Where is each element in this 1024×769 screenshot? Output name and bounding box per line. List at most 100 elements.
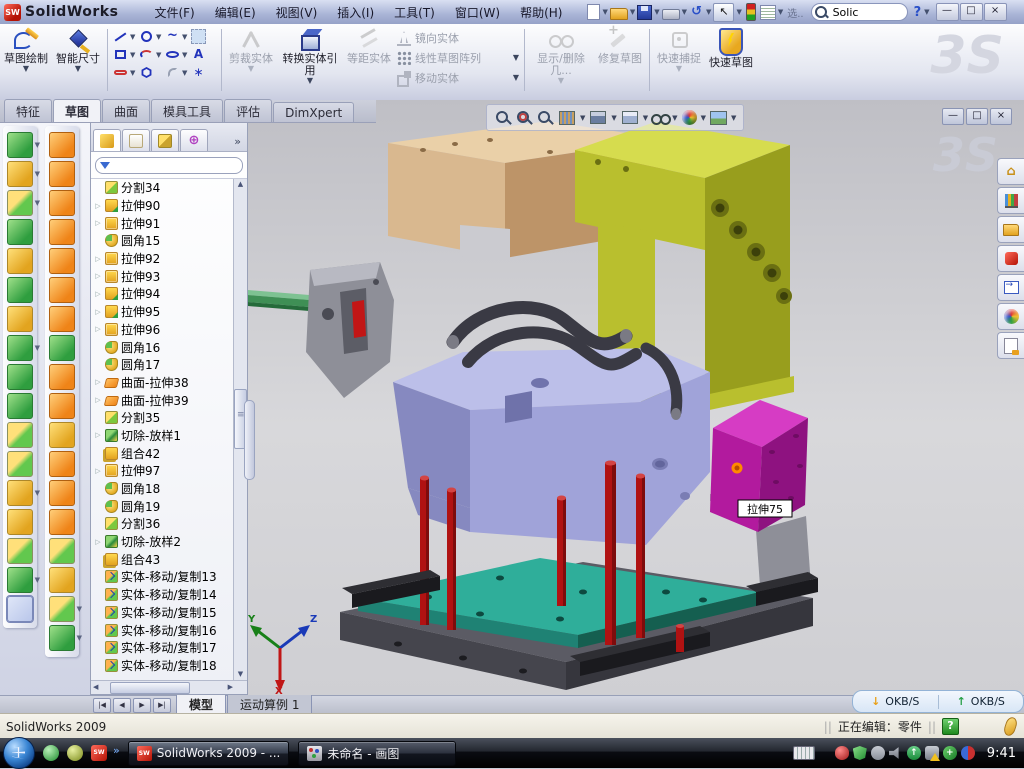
insert-part-icon[interactable] [7,509,33,535]
tree-item[interactable]: 分割36 [91,515,234,533]
circle-icon[interactable] [139,29,154,44]
knit-surface-icon[interactable] [49,393,75,419]
trim-surface-icon[interactable] [49,480,75,506]
expander-icon[interactable]: ▷ [94,290,102,298]
panel-tab-dimxpertmanager[interactable]: ⊕ [180,129,208,151]
tree-item[interactable]: 圆角18 [91,480,234,498]
arc-icon[interactable] [139,47,154,62]
tree-item[interactable]: ▷拉伸97 [91,462,234,480]
tree-horizontal-scrollbar[interactable]: ◀ ▶ [91,680,247,694]
tray-antivirus-icon[interactable] [835,746,849,760]
tree-item[interactable]: ▷拉伸94 [91,285,234,303]
start-button[interactable] [3,737,35,769]
help-caret-icon[interactable]: ▼ [924,8,929,16]
polygon-icon[interactable] [139,65,154,80]
tray-volume-icon[interactable] [889,746,903,760]
scroll-right-icon[interactable]: ▶ [228,682,233,693]
file-explorer-button[interactable] [997,216,1024,243]
apply-scene-icon[interactable] [710,111,727,125]
surface-flatten-icon[interactable]: ▼ [49,596,75,622]
expander-icon[interactable]: ▷ [94,219,102,227]
tray-sync-icon[interactable] [961,746,975,760]
toolbox-button[interactable] [997,245,1024,272]
tree-item[interactable]: ▷拉伸91 [91,214,234,232]
chamfer-icon[interactable] [7,277,33,303]
smart-dimension-caret-icon[interactable]: ▼ [75,65,81,74]
display-style-icon[interactable] [622,111,638,124]
toolbar-button-offset[interactable]: 等距实体 [344,27,394,97]
rebuild-lights-icon[interactable] [746,3,756,21]
slot-icon[interactable] [113,65,128,80]
search-box[interactable] [811,3,908,21]
ellipse-caret-icon[interactable]: ▼ [182,51,189,59]
new-caret-icon[interactable]: ▼ [602,8,607,16]
extruded-surface-icon[interactable] [49,132,75,158]
tray-defender-icon[interactable]: + [943,746,957,760]
tray-updater-icon[interactable] [871,746,885,760]
offset-surface-icon[interactable] [49,335,75,361]
help-button[interactable]: ? [914,5,922,20]
select-caret-icon[interactable]: ▼ [736,8,741,16]
tree-item[interactable]: 分割34 [91,179,234,197]
graphics-area[interactable]: 拉伸75 Y Z X ▼▼▼▼▼▼ —□× ⌂ [248,100,1024,695]
toolbar-button-move-entities[interactable]: 移动实体▼ [397,70,519,86]
save-caret-icon[interactable]: ▼ [654,8,659,16]
split-body-icon[interactable] [7,422,33,448]
view-palette-button[interactable] [997,274,1024,301]
display-style-caret-icon[interactable]: ▼ [643,114,648,122]
scroll-left-icon[interactable]: ◀ [93,682,98,693]
sketch-fillet-icon[interactable] [165,65,180,80]
expander-icon[interactable]: ▷ [94,467,102,475]
tab-nav-first[interactable]: |◀ [93,698,111,713]
scroll-up-icon[interactable]: ▲ [238,179,243,190]
quick-launch-chevron-icon[interactable]: » [113,744,120,757]
toolbar-button-sketch[interactable]: 草图绘制▼ [1,27,51,97]
open-icon[interactable] [610,8,628,20]
new-icon[interactable] [587,4,600,20]
tree-item[interactable]: 圆角19 [91,497,234,515]
point-icon[interactable]: ∗ [191,65,206,80]
spline-icon[interactable]: ~ [165,29,180,44]
design-library-button[interactable] [997,187,1024,214]
arc-caret-icon[interactable]: ▼ [156,51,163,59]
tab-曲面[interactable]: 曲面 [102,99,150,122]
curve-icon[interactable]: ▼ [7,567,33,593]
undo-caret-icon[interactable]: ▼ [706,8,711,16]
tab-nav-next[interactable]: ▶ [133,698,151,713]
tray-network-warning-icon[interactable] [925,746,939,760]
extruded-cut-icon[interactable]: ▼ [7,161,33,187]
expander-icon[interactable]: ▷ [94,396,102,404]
scroll-down-icon[interactable]: ▼ [238,669,243,680]
hole-wizard-icon[interactable] [7,306,33,332]
linear-pattern-icon[interactable]: ▼ [7,335,33,361]
tray-upload-icon[interactable]: ↑ [907,746,921,760]
tree-filter-input[interactable] [95,157,243,174]
tree-item[interactable]: ▷拉伸92 [91,250,234,268]
toolbar-button-convert[interactable]: 转换实体引用▼ [278,27,342,97]
quicklaunch-solidworks-icon[interactable]: SW [91,745,107,761]
swept-boss-icon[interactable] [7,219,33,245]
tab-DimXpert[interactable]: DimXpert [273,102,354,122]
hide-show-items-icon[interactable] [651,109,669,127]
minimize-button[interactable]: — [936,3,959,21]
task-list-icon[interactable] [760,5,776,20]
filled-surface-icon[interactable] [49,277,75,303]
zoom-fit-icon[interactable] [494,109,512,127]
extruded-boss-icon[interactable]: ▼ [7,132,33,158]
save-icon[interactable] [637,5,652,20]
tray-shield-green-icon[interactable] [853,746,867,760]
expander-icon[interactable]: ▷ [94,272,102,280]
tree-item[interactable]: 实体-移动/复制17 [91,639,234,657]
section-view-icon[interactable] [559,111,575,125]
combine-bodies-icon[interactable] [7,364,33,390]
extend-surface-icon[interactable] [49,451,75,477]
tree-item[interactable]: 分割35 [91,409,234,427]
search-input[interactable] [831,5,895,20]
panel-splitter-handle[interactable] [244,400,255,480]
lofted-surface-icon[interactable] [49,219,75,245]
tree-item[interactable]: 圆角17 [91,356,234,374]
delete-face-icon[interactable] [49,538,75,564]
apply-scene-caret-icon[interactable]: ▼ [731,114,736,122]
part-gray-clamp[interactable] [306,262,394,398]
untrim-surface-icon[interactable] [49,509,75,535]
